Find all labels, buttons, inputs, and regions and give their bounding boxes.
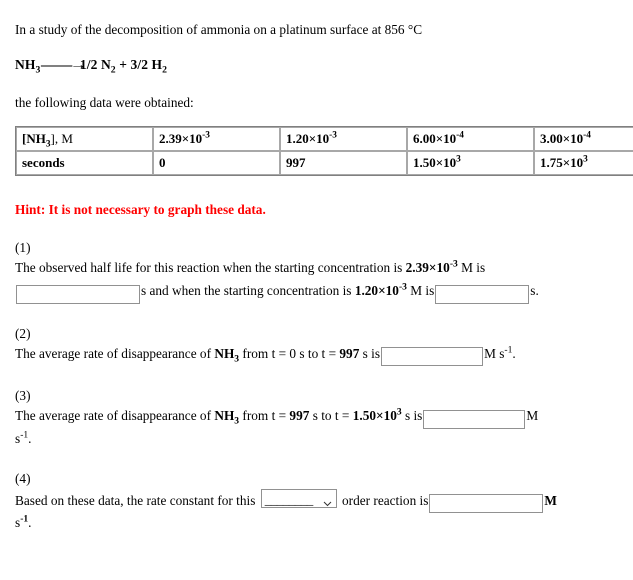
question-2-time: 997 xyxy=(339,345,360,361)
intro-text: In a study of the decomposition of ammon… xyxy=(15,22,423,37)
data-table-body: [NH3], M 2.39×10-3 1.20×10-3 6.00×10-4 3… xyxy=(16,127,633,176)
problem-page: In a study of the decomposition of ammon… xyxy=(0,0,633,533)
question-1-concentration-2-exponent: -3 xyxy=(398,281,407,293)
equation-reactant: NH xyxy=(15,57,36,73)
table-cell: 3.00×10-4 xyxy=(534,127,633,152)
row-header-seconds: seconds xyxy=(16,151,153,176)
table-cell: 1.20×10-3 xyxy=(280,127,407,152)
question-1-text: The observed half life for this reaction… xyxy=(15,258,623,304)
average-rate-input-1[interactable] xyxy=(381,347,484,367)
question-3-unit-wrap-exponent: -1 xyxy=(20,429,29,441)
equation-product-two-subscript: 2 xyxy=(162,64,168,76)
question-4-unit-wrap-exponent: -1 xyxy=(20,513,29,525)
question-2-unit-tail: . xyxy=(512,345,516,361)
question-3-part-d: s is xyxy=(401,408,423,424)
question-1-answer-line: s and when the starting concentration is… xyxy=(15,281,623,304)
question-2-part-c: s is xyxy=(359,345,381,361)
question-1-concentration-2: 1.20×10 xyxy=(354,283,399,299)
cell-mantissa: 3.00×10 xyxy=(540,130,584,146)
cell-mantissa: 1.20×10 xyxy=(286,130,330,146)
half-life-input-2[interactable] xyxy=(435,284,530,304)
table-cell: 6.00×10-4 xyxy=(407,127,534,152)
question-2-text: The average rate of disappearance of NH3… xyxy=(15,344,623,367)
question-3-time-2: 1.50×10 xyxy=(352,408,397,424)
question-2-unit: M s xyxy=(484,345,505,361)
equation-product-two: 3/2 H xyxy=(130,57,163,73)
question-3: (3) The average rate of disappearance of… xyxy=(15,388,623,448)
cell-exponent: -3 xyxy=(329,130,337,141)
cell-mantissa: 1.50×10 xyxy=(413,154,457,170)
table-cell: 0 xyxy=(153,151,280,176)
question-4-unit-head: M xyxy=(544,492,557,508)
question-3-species: NH xyxy=(214,408,235,424)
equation-reactant-subscript: 3 xyxy=(35,64,41,76)
half-life-input-1[interactable] xyxy=(16,284,140,304)
question-3-number: (3) xyxy=(15,388,31,404)
question-3-part-b: from t = xyxy=(239,408,290,424)
data-table: [NH3], M 2.39×10-3 1.20×10-3 6.00×10-4 3… xyxy=(15,126,633,177)
row-header-text: seconds xyxy=(22,154,65,170)
cell-mantissa: 1.75×10 xyxy=(540,154,584,170)
cell-exponent: -4 xyxy=(583,130,591,141)
question-3-unit-head: M xyxy=(526,408,539,424)
row-header-concentration: [NH3], M xyxy=(16,127,153,152)
row-header-units: ], M xyxy=(50,130,73,146)
question-1-unit-b: s. xyxy=(530,283,539,299)
question-2-part-b: from t = 0 s to t = xyxy=(239,345,340,361)
table-row: seconds 0 997 1.50×103 1.75×103 xyxy=(16,151,633,176)
reaction-arrow-icon: ——→ xyxy=(41,57,87,73)
question-3-part-a: The average rate of disappearance of xyxy=(15,408,215,424)
rate-constant-input[interactable] xyxy=(429,494,544,514)
question-2-number: (2) xyxy=(15,325,31,341)
question-4-part-a: Based on these data, the rate constant f… xyxy=(15,492,259,508)
cell-exponent: -4 xyxy=(456,130,464,141)
lead-in-text: the following data were obtained: xyxy=(15,95,194,111)
equation-plus: + xyxy=(115,57,131,73)
cell-exponent: 3 xyxy=(456,154,461,165)
chevron-down-icon xyxy=(323,494,332,506)
table-cell: 997 xyxy=(280,151,407,176)
cell-mantissa: 6.00×10 xyxy=(413,130,457,146)
reaction-order-select[interactable]: ________ xyxy=(260,488,337,508)
chemical-equation: NH3——→1/2 N2 + 3/2 H2 xyxy=(15,57,623,76)
cell-exponent: 3 xyxy=(583,154,588,165)
question-4-number: (4) xyxy=(15,470,31,486)
question-4: (4) Based on these data, the rate consta… xyxy=(15,471,623,533)
table-cell: 1.75×103 xyxy=(534,151,633,176)
cell-exponent: -3 xyxy=(202,130,210,141)
question-1-concentration-1-exponent: -3 xyxy=(449,258,458,270)
question-3-unit-wrap-tail: . xyxy=(28,430,32,446)
question-4-text: Based on these data, the rate constant f… xyxy=(15,488,623,533)
question-3-text: The average rate of disappearance of NH3… xyxy=(15,406,623,448)
table-cell: 1.50×103 xyxy=(407,151,534,176)
question-1-part-c: M is xyxy=(406,283,435,299)
question-1-part-b: M is xyxy=(457,260,486,276)
question-2-part-a: The average rate of disappearance of xyxy=(15,345,215,361)
table-cell: 2.39×10-3 xyxy=(153,127,280,152)
data-table-container: [NH3], M 2.39×10-3 1.20×10-3 6.00×10-4 3… xyxy=(15,126,633,177)
question-1: (1) The observed half life for this reac… xyxy=(15,240,623,304)
hint-text: Hint: It is not necessary to graph these… xyxy=(15,202,266,218)
average-rate-input-2[interactable] xyxy=(423,409,526,429)
reaction-order-select-value: ________ xyxy=(264,491,314,507)
question-2: (2) The average rate of disappearance of… xyxy=(15,326,623,367)
table-row: [NH3], M 2.39×10-3 1.20×10-3 6.00×10-4 3… xyxy=(16,127,633,152)
cell-mantissa: 0 xyxy=(159,154,166,170)
question-3-part-c: s to t = xyxy=(309,408,353,424)
question-1-unit-a: s and when the starting concentration is xyxy=(141,283,355,299)
question-2-species: NH xyxy=(214,345,235,361)
row-header-text: [NH xyxy=(22,130,46,146)
question-4-part-b: order reaction is xyxy=(338,492,429,508)
question-4-unit-wrap-tail: . xyxy=(28,515,32,531)
question-3-time-1: 997 xyxy=(289,408,310,424)
question-1-concentration-1: 2.39×10 xyxy=(405,260,450,276)
cell-mantissa: 2.39×10 xyxy=(159,130,203,146)
question-1-part-a: The observed half life for this reaction… xyxy=(15,260,406,276)
cell-mantissa: 997 xyxy=(286,154,306,170)
question-1-number: (1) xyxy=(15,240,31,256)
